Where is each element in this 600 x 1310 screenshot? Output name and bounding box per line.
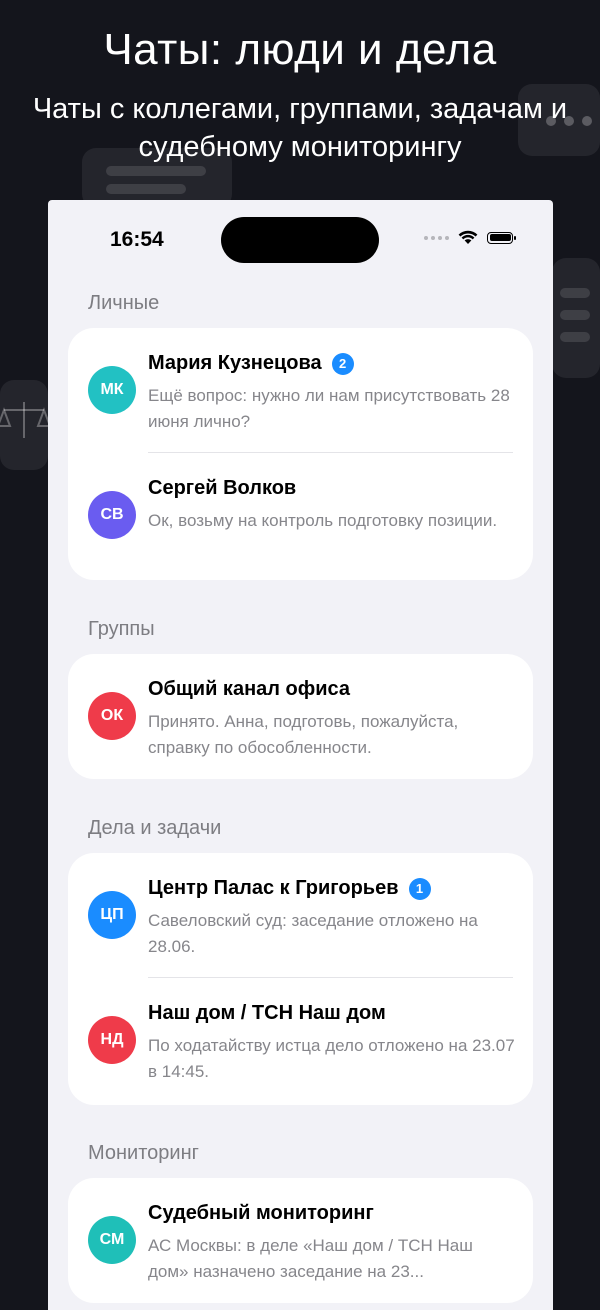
chat-preview: Ещё вопрос: нужно ли нам присутствовать … [148, 386, 510, 431]
chat-card-monitoring: СМ Судебный мониторинг АС Москвы: в деле… [68, 1178, 533, 1303]
section-title-cases: Дела и задачи [88, 817, 222, 839]
chat-row[interactable]: ОК Общий канал офиса Принято. Анна, подг… [68, 654, 533, 779]
chat-row[interactable]: ЦП Центр Палас к Григорьев 1 Савеловский… [68, 853, 533, 978]
section-title-groups: Группы [88, 618, 155, 640]
status-time: 16:54 [110, 228, 164, 251]
unread-badge: 1 [408, 877, 431, 900]
avatar: ЦП [88, 891, 136, 939]
chat-row[interactable]: СВ Сергей Волков Ок, возьму на контроль … [68, 453, 533, 578]
chat-name: Судебный мониторинг [148, 1202, 374, 1224]
background-document [552, 258, 600, 378]
avatar: МК [88, 366, 136, 414]
chat-preview: АС Москвы: в деле «Наш дом / ТСН Наш дом… [148, 1236, 473, 1281]
chat-row[interactable]: СМ Судебный мониторинг АС Москвы: в деле… [68, 1178, 533, 1303]
status-indicators [424, 230, 516, 245]
chat-row[interactable]: НД Наш дом / ТСН Наш дом По ходатайству … [68, 978, 533, 1103]
chat-name: Наш дом / ТСН Наш дом [148, 1002, 386, 1024]
chat-preview: Принято. Анна, подготовь, пожалуйста, сп… [148, 712, 459, 757]
scales-icon [0, 380, 52, 470]
chat-preview: По ходатайству истца дело отложено на 23… [148, 1036, 515, 1081]
avatar: СМ [88, 1216, 136, 1264]
chat-preview: Ок, возьму на контроль подготовку позици… [148, 511, 498, 530]
section-title-personal: Личные [88, 292, 160, 314]
chat-name: Сергей Волков [148, 477, 297, 499]
phone-screen: 16:54 Личные МК Мария Кузнецова 2 Ещё во… [48, 200, 553, 1310]
chat-card-personal: МК Мария Кузнецова 2 Ещё вопрос: нужно л… [68, 328, 533, 580]
promo-subtitle: Чаты с коллегами, группами, задачам и су… [32, 93, 568, 163]
chat-name: Мария Кузнецова [148, 352, 322, 374]
cellular-signal-icon [424, 235, 449, 240]
dynamic-island [221, 217, 379, 263]
chat-name: Общий канал офиса [148, 678, 351, 700]
wifi-icon [458, 230, 478, 244]
chat-card-cases: ЦП Центр Палас к Григорьев 1 Савеловский… [68, 853, 533, 1105]
avatar: НД [88, 1016, 136, 1064]
unread-badge: 2 [331, 352, 354, 375]
chat-card-groups: ОК Общий канал офиса Принято. Анна, подг… [68, 654, 533, 779]
battery-icon [487, 231, 516, 244]
chat-preview: Савеловский суд: заседание отложено на 2… [148, 911, 478, 956]
chat-name: Центр Палас к Григорьев [148, 877, 399, 899]
chat-row[interactable]: МК Мария Кузнецова 2 Ещё вопрос: нужно л… [68, 328, 533, 453]
section-title-monitoring: Мониторинг [88, 1142, 199, 1164]
avatar: СВ [88, 491, 136, 539]
avatar: ОК [88, 692, 136, 740]
promo-title: Чаты: люди и дела [103, 25, 497, 74]
